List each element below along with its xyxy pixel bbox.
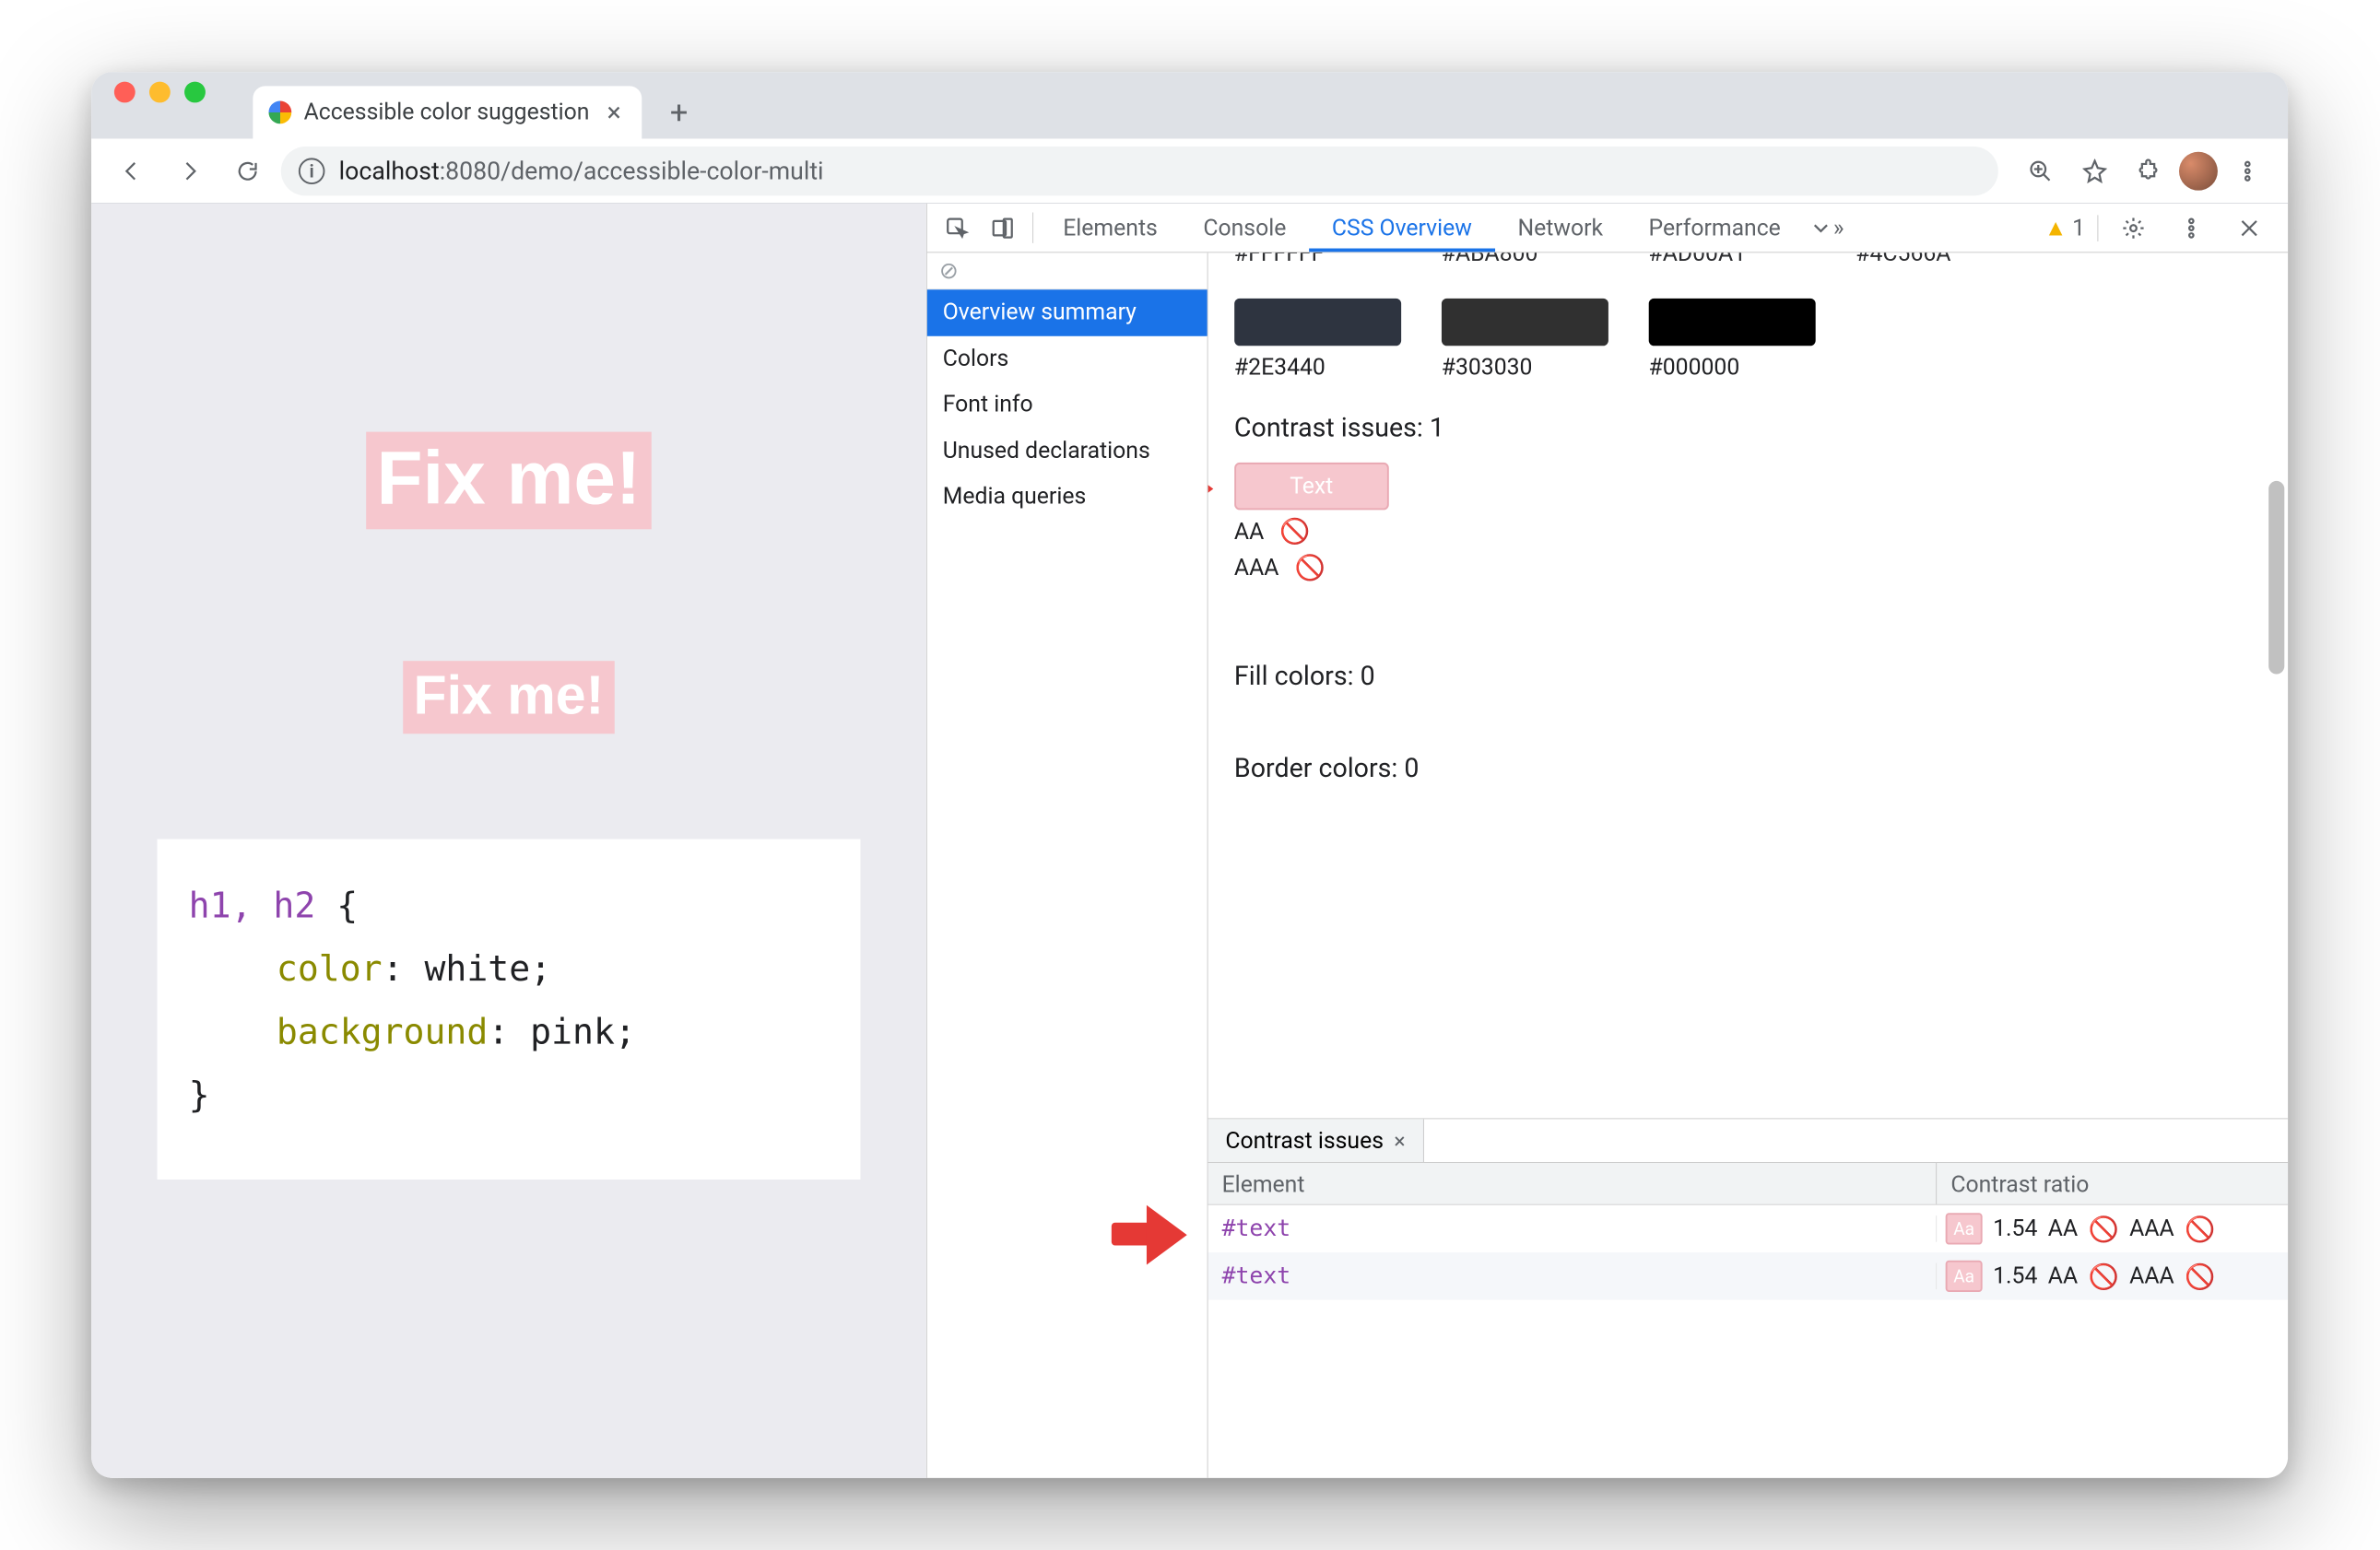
clear-icon[interactable]: ⊘ xyxy=(939,258,959,285)
mini-swatch: Aa xyxy=(1946,1261,1983,1292)
tab-title: Accessible color suggestion xyxy=(304,100,590,126)
tab-elements[interactable]: Elements xyxy=(1041,204,1181,252)
tab-network[interactable]: Network xyxy=(1495,204,1626,252)
page-viewport: Fix me! Fix me! h1, h2 { color: white; b… xyxy=(92,204,927,1478)
close-drawer-tab-button[interactable]: × xyxy=(1395,1128,1406,1153)
annotation-arrow-icon xyxy=(1208,457,1218,519)
window-title-bar: Accessible color suggestion × + xyxy=(92,72,2289,138)
color-label: #000000 xyxy=(1649,355,1816,382)
table-row[interactable]: #text Aa 1.54 AA 🚫 AAA 🚫 xyxy=(1208,1205,2289,1252)
browser-tab[interactable]: Accessible color suggestion × xyxy=(253,86,642,138)
column-ratio-header: Contrast ratio xyxy=(1938,1163,2289,1204)
more-tabs-button[interactable]: » xyxy=(1804,204,1850,252)
close-devtools-button[interactable] xyxy=(2227,216,2273,241)
bookmark-button[interactable] xyxy=(2070,147,2119,195)
border-colors-header: Border colors: 0 xyxy=(1234,753,2262,783)
sidebar-item-overview[interactable]: Overview summary xyxy=(927,289,1208,335)
devtools-panel: Elements Console CSS Overview Network Pe… xyxy=(926,204,2288,1478)
devtools-tabs: Elements Console CSS Overview Network Pe… xyxy=(927,204,2289,252)
fail-icon: 🚫 xyxy=(1295,553,1325,581)
tab-css-overview[interactable]: CSS Overview xyxy=(1310,204,1496,252)
css-overview-content: #FFFFFF #ABA800 #AD00A1 #4C566A xyxy=(1208,252,2289,1118)
page-h1: Fix me! xyxy=(366,432,652,530)
vertical-scrollbar[interactable] xyxy=(2269,481,2285,675)
maximize-window-button[interactable] xyxy=(184,82,206,103)
devtools-settings-button[interactable] xyxy=(2111,216,2157,241)
contrast-issues-drawer: Contrast issues × Element Contrast ratio xyxy=(1208,1118,2289,1477)
device-toolbar-button[interactable] xyxy=(980,204,1026,252)
window-controls xyxy=(106,72,206,138)
address-bar[interactable]: i localhost:8080/demo/accessible-color-m… xyxy=(281,147,1998,195)
fill-colors-header: Fill colors: 0 xyxy=(1234,661,2262,691)
code-block: h1, h2 { color: white; background: pink;… xyxy=(158,840,861,1180)
sidebar-item-colors[interactable]: Colors xyxy=(927,335,1208,382)
sidebar-item-unused[interactable]: Unused declarations xyxy=(927,428,1208,474)
color-label: #303030 xyxy=(1442,355,1608,382)
color-label: #ABA800 xyxy=(1442,252,1608,266)
fail-icon: 🚫 xyxy=(2089,1262,2119,1290)
color-label: #AD00A1 xyxy=(1649,252,1816,266)
aaa-label: AAA xyxy=(2130,1263,2174,1290)
aa-label: AA xyxy=(2048,1215,2078,1242)
sidebar-item-font-info[interactable]: Font info xyxy=(927,382,1208,428)
color-label: #4C566A xyxy=(1856,252,2023,266)
color-swatch[interactable] xyxy=(1442,299,1608,346)
aa-label: AA xyxy=(2048,1263,2078,1290)
mini-swatch: Aa xyxy=(1946,1213,1983,1244)
forward-button[interactable] xyxy=(166,147,215,195)
url-text: localhost:8080/demo/accessible-color-mul… xyxy=(339,157,824,185)
new-tab-button[interactable]: + xyxy=(654,88,703,136)
fail-icon: 🚫 xyxy=(1280,517,1311,546)
inspect-element-button[interactable] xyxy=(935,204,981,252)
sidebar-item-media[interactable]: Media queries xyxy=(927,474,1208,520)
zoom-icon[interactable] xyxy=(2016,147,2065,195)
browser-toolbar: i localhost:8080/demo/accessible-color-m… xyxy=(92,138,2289,203)
contrast-issues-header: Contrast issues: 1 xyxy=(1234,413,2262,443)
column-element-header: Element xyxy=(1208,1163,1938,1204)
drawer-tab-contrast[interactable]: Contrast issues × xyxy=(1208,1119,1424,1162)
close-tab-button[interactable]: × xyxy=(602,97,627,127)
color-label: #FFFFFF xyxy=(1234,252,1401,266)
warnings-badge[interactable]: ▲1 xyxy=(2044,214,2085,241)
color-swatch[interactable] xyxy=(1649,299,1816,346)
fail-icon: 🚫 xyxy=(2185,1215,2215,1243)
back-button[interactable] xyxy=(108,147,157,195)
color-swatch[interactable] xyxy=(1234,299,1401,346)
contrast-swatch[interactable]: Text xyxy=(1234,463,1389,510)
devtools-menu-button[interactable] xyxy=(2169,216,2215,241)
browser-menu-button[interactable] xyxy=(2223,147,2272,195)
page-h2: Fix me! xyxy=(403,661,615,734)
table-row[interactable]: #text Aa 1.54 AA 🚫 AAA 🚫 xyxy=(1208,1252,2289,1299)
extensions-button[interactable] xyxy=(2125,147,2174,195)
reload-button[interactable] xyxy=(223,147,272,195)
tab-console[interactable]: Console xyxy=(1181,204,1310,252)
fail-icon: 🚫 xyxy=(2089,1215,2119,1243)
drawer-table-header: Element Contrast ratio xyxy=(1208,1163,2289,1205)
ratio-value: 1.54 xyxy=(1993,1263,2037,1290)
minimize-window-button[interactable] xyxy=(149,82,171,103)
site-info-icon[interactable]: i xyxy=(299,158,325,184)
tab-favicon xyxy=(269,101,292,124)
tab-performance[interactable]: Performance xyxy=(1626,204,1804,252)
color-label: #2E3440 xyxy=(1234,355,1401,382)
aaa-label: AAA xyxy=(2130,1215,2174,1242)
ratio-value: 1.54 xyxy=(1993,1215,2037,1242)
aaa-label: AAA xyxy=(1234,554,1278,581)
close-window-button[interactable] xyxy=(114,82,135,103)
profile-avatar[interactable] xyxy=(2179,151,2218,190)
sidebar-toolbar: ⊘ xyxy=(927,252,1208,289)
fail-icon: 🚫 xyxy=(2185,1262,2215,1290)
aa-label: AA xyxy=(1234,518,1264,545)
css-overview-sidebar: ⊘ Overview summary Colors Font info Unus… xyxy=(927,252,1208,1478)
annotation-arrow-icon xyxy=(1112,1204,1191,1265)
